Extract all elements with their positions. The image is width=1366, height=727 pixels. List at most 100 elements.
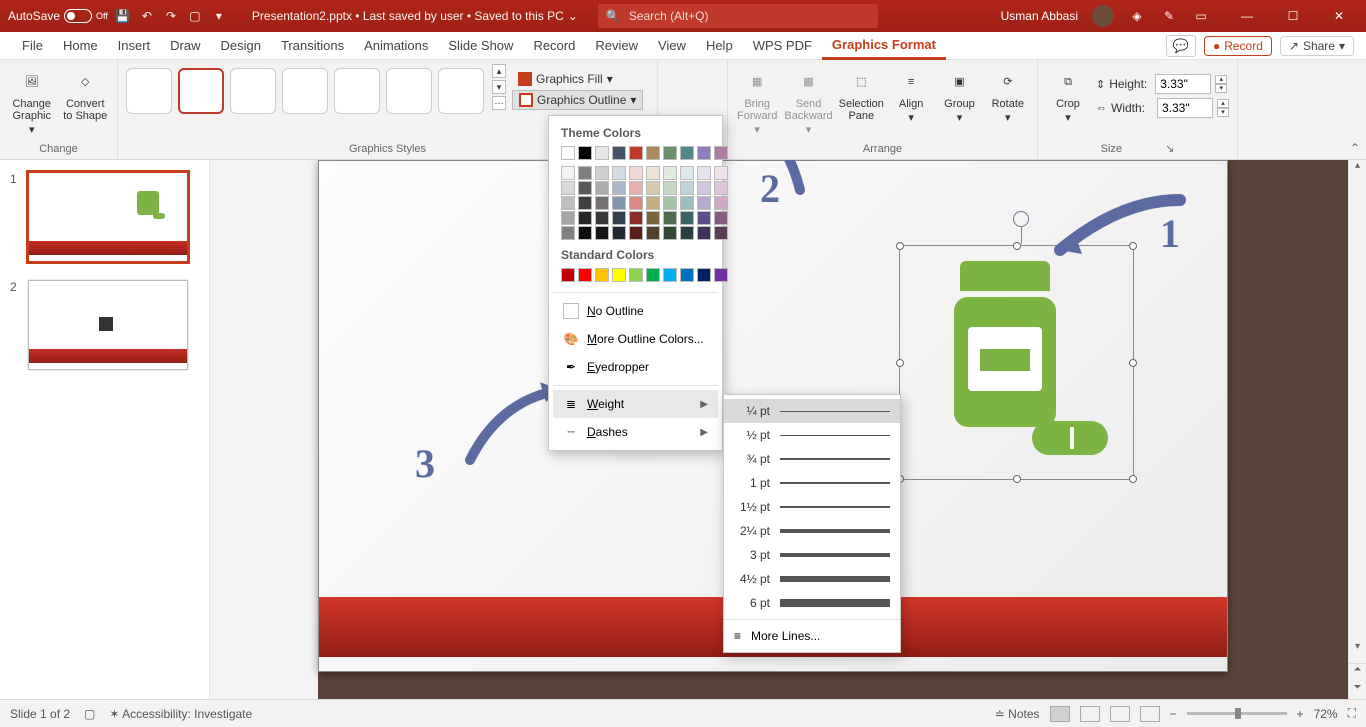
color-swatch[interactable]	[663, 268, 677, 282]
color-swatch[interactable]	[714, 166, 728, 180]
color-swatch[interactable]	[714, 268, 728, 282]
weight-option[interactable]: 1½ pt	[724, 495, 900, 519]
color-swatch[interactable]	[629, 268, 643, 282]
save-icon[interactable]: 💾	[114, 7, 132, 25]
color-swatch[interactable]	[697, 181, 711, 195]
color-swatch[interactable]	[663, 211, 677, 225]
color-swatch[interactable]	[697, 196, 711, 210]
weight-item[interactable]: ≣ Weight ▶	[553, 390, 718, 418]
color-swatch[interactable]	[561, 268, 575, 282]
view-normal-button[interactable]	[1050, 706, 1070, 722]
color-swatch[interactable]	[595, 181, 609, 195]
group-button[interactable]: ▣ Group▾	[938, 64, 980, 124]
zoom-slider[interactable]	[1187, 712, 1287, 715]
view-sorter-button[interactable]	[1080, 706, 1100, 722]
weight-option[interactable]: 2¼ pt	[724, 519, 900, 543]
dashes-item[interactable]: ┈ Dashes ▶	[553, 418, 718, 446]
color-swatch[interactable]	[697, 211, 711, 225]
tab-animations[interactable]: Animations	[354, 32, 438, 60]
weight-option[interactable]: ¾ pt	[724, 447, 900, 471]
tab-transitions[interactable]: Transitions	[271, 32, 354, 60]
color-swatch[interactable]	[714, 196, 728, 210]
color-swatch[interactable]	[646, 268, 660, 282]
color-swatch[interactable]	[680, 196, 694, 210]
color-swatch[interactable]	[629, 196, 643, 210]
color-swatch[interactable]	[595, 146, 609, 160]
style-gallery-scroll[interactable]: ▴▾⋯	[492, 64, 506, 110]
color-swatch[interactable]	[595, 226, 609, 240]
autosave-toggle[interactable]: AutoSave Off	[8, 9, 108, 23]
tab-record[interactable]: Record	[523, 32, 585, 60]
color-swatch[interactable]	[714, 211, 728, 225]
present-icon[interactable]: ▢	[186, 7, 204, 25]
wand-icon[interactable]: ✎	[1160, 7, 1178, 25]
tab-design[interactable]: Design	[211, 32, 271, 60]
color-swatch[interactable]	[629, 181, 643, 195]
search-input[interactable]: 🔍 Search (Alt+Q)	[598, 4, 878, 28]
color-swatch[interactable]	[680, 268, 694, 282]
align-button[interactable]: ≡ Align▾	[890, 64, 932, 124]
color-swatch[interactable]	[561, 211, 575, 225]
color-swatch[interactable]	[680, 146, 694, 160]
color-swatch[interactable]	[561, 146, 575, 160]
no-outline-item[interactable]: NNo Outlineo Outline	[553, 297, 718, 325]
zoom-in-button[interactable]: +	[1297, 707, 1304, 721]
tab-slide-show[interactable]: Slide Show	[438, 32, 523, 60]
weight-option[interactable]: ½ pt	[724, 423, 900, 447]
color-swatch[interactable]	[561, 196, 575, 210]
graphics-outline-button[interactable]: Graphics Outline▾	[512, 90, 643, 110]
color-swatch[interactable]	[578, 226, 592, 240]
tab-wps-pdf[interactable]: WPS PDF	[743, 32, 822, 60]
change-graphic-button[interactable]: 🖼 Change Graphic▾	[8, 64, 56, 136]
color-swatch[interactable]	[612, 146, 626, 160]
diamond-icon[interactable]: ◈	[1128, 7, 1146, 25]
zoom-level[interactable]: 72%	[1314, 707, 1338, 721]
color-swatch[interactable]	[612, 196, 626, 210]
graphics-fill-button[interactable]: Graphics Fill▾	[512, 70, 643, 88]
graphic-pill-bottle-icon[interactable]	[954, 261, 1056, 427]
more-lines-item[interactable]: ≡ More Lines...	[724, 624, 900, 648]
color-swatch[interactable]	[663, 166, 677, 180]
tab-view[interactable]: View	[648, 32, 696, 60]
convert-to-shape-button[interactable]: ◇ Convert to Shape	[62, 64, 110, 122]
tab-draw[interactable]: Draw	[160, 32, 210, 60]
tab-insert[interactable]: Insert	[108, 32, 161, 60]
size-dialog-launcher-icon[interactable]: ↘	[1165, 143, 1174, 155]
color-swatch[interactable]	[714, 146, 728, 160]
collapse-ribbon-icon[interactable]: ⌃	[1350, 141, 1360, 155]
more-outline-colors-item[interactable]: 🎨 More Outline Colors...	[553, 325, 718, 353]
color-swatch[interactable]	[578, 166, 592, 180]
color-swatch[interactable]	[561, 166, 575, 180]
color-swatch[interactable]	[578, 146, 592, 160]
color-swatch[interactable]	[680, 211, 694, 225]
style-preset-1[interactable]	[126, 68, 172, 114]
eyedropper-item[interactable]: ✒ Eyedropper	[553, 353, 718, 381]
color-swatch[interactable]	[697, 226, 711, 240]
color-swatch[interactable]	[663, 181, 677, 195]
qat-more-icon[interactable]: ▾	[210, 7, 228, 25]
color-swatch[interactable]	[612, 211, 626, 225]
crop-button[interactable]: ⧉ Crop▾	[1046, 64, 1090, 124]
undo-icon[interactable]: ↶	[138, 7, 156, 25]
tab-home[interactable]: Home	[53, 32, 108, 60]
color-swatch[interactable]	[629, 146, 643, 160]
maximize-button[interactable]: ☐	[1270, 0, 1316, 32]
slide-thumb-2[interactable]	[28, 280, 188, 370]
height-input[interactable]	[1155, 74, 1211, 94]
style-preset-2[interactable]	[178, 68, 224, 114]
record-button[interactable]: ●Record	[1204, 36, 1272, 56]
selection-pane-button[interactable]: ⬚ Selection Pane	[839, 64, 884, 122]
color-swatch[interactable]	[578, 268, 592, 282]
color-swatch[interactable]	[612, 181, 626, 195]
weight-option[interactable]: 1 pt	[724, 471, 900, 495]
tab-file[interactable]: File	[12, 32, 53, 60]
width-spinner[interactable]: ▴▾	[1217, 99, 1229, 117]
color-swatch[interactable]	[595, 196, 609, 210]
scroll-up-icon[interactable]: ▴	[1349, 160, 1366, 178]
user-avatar-icon[interactable]	[1092, 5, 1114, 27]
prev-slide-icon[interactable]: ⏶	[1349, 664, 1366, 682]
color-swatch[interactable]	[680, 181, 694, 195]
color-swatch[interactable]	[578, 181, 592, 195]
color-swatch[interactable]	[629, 166, 643, 180]
zoom-out-button[interactable]: −	[1170, 707, 1177, 721]
